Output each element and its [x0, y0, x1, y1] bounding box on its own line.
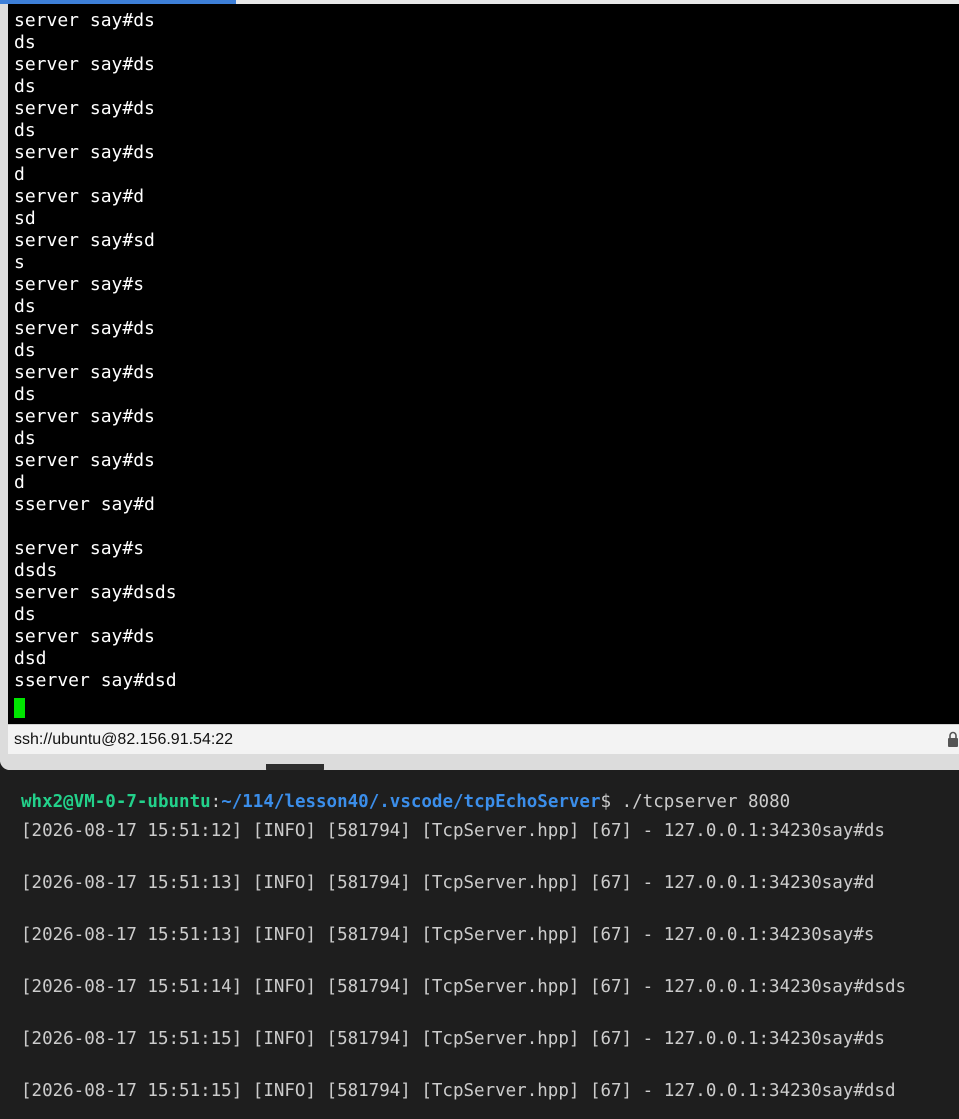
ssh-output-line: server say#ds [14, 142, 155, 163]
ssh-output-line: server say#s [14, 274, 145, 295]
prompt-working-directory: ~/114/lesson40/.vscode/tcpEchoServer [221, 792, 601, 812]
ssh-output-line: ds [14, 604, 36, 625]
ssh-output-line: server say#s [14, 538, 145, 559]
ssh-output-line: server say#sd [14, 230, 155, 251]
ssh-output-line: server say#ds [14, 98, 155, 119]
ssh-output-line [14, 516, 177, 538]
ssh-output-line: dsd [14, 648, 47, 669]
ssh-terminal-output[interactable]: server say#ds ds server say#ds ds server say… [8, 4, 959, 724]
ssh-output-line: ds [14, 120, 36, 141]
ssh-output-line: server say#ds [14, 10, 155, 31]
ssh-output-line: ds [14, 32, 36, 53]
ssh-output-line: server say#ds [14, 54, 155, 75]
prompt-dollar: $ [600, 792, 612, 812]
ssh-output-line: server say#ds [14, 362, 155, 383]
ssh-output-lines: server say#ds ds server say#ds ds server say… [14, 10, 177, 692]
prompt-user-host: whx2@VM-0-7-ubuntu [21, 792, 211, 812]
server-log-line: [2026-08-17 15:51:13] [INFO] [581794] [T… [21, 873, 875, 893]
lock-icon[interactable] [947, 731, 959, 748]
server-log-line: [2026-08-17 15:51:14] [INFO] [581794] [T… [21, 977, 907, 997]
ssh-output-line: server say#ds [14, 406, 155, 427]
server-log-line: [2026-08-17 15:51:12] [INFO] [581794] [T… [21, 821, 885, 841]
server-log-line: [2026-08-17 15:51:13] [INFO] [581794] [T… [21, 925, 875, 945]
ssh-output-line: sserver say#d [14, 494, 155, 515]
ssh-output-line: server say#ds [14, 450, 155, 471]
server-log-line: [2026-08-17 15:51:15] [INFO] [581794] [T… [21, 1029, 885, 1049]
ssh-output-line: sserver say#dsd [14, 670, 177, 691]
ssh-output-line: server say#ds [14, 318, 155, 339]
ssh-status-bar: ssh://ubuntu@82.156.91.54:22 [8, 724, 959, 754]
ssh-output-line: ds [14, 428, 36, 449]
ssh-output-line: d [14, 164, 25, 185]
ssh-window-bottom-edge [0, 754, 959, 770]
server-log-lines: [2026-08-17 15:51:12] [INFO] [581794] [T… [21, 818, 906, 1119]
ssh-output-line: ds [14, 296, 36, 317]
terminal-cursor [14, 698, 25, 718]
prompt-command: ./tcpserver 8080 [611, 792, 791, 812]
ssh-output-line: ds [14, 76, 36, 97]
shell-prompt-line: whx2@VM-0-7-ubuntu:~/114/lesson40/.vscod… [21, 790, 790, 814]
local-server-terminal[interactable]: whx2@VM-0-7-ubuntu:~/114/lesson40/.vscod… [0, 770, 959, 1119]
ssh-output-line: server say#d [14, 186, 145, 207]
ssh-output-line: s [14, 252, 25, 273]
prompt-separator: : [210, 792, 222, 812]
ssh-output-line: sd [14, 208, 36, 229]
ssh-output-line: server say#dsds [14, 582, 177, 603]
ssh-output-line: dsds [14, 560, 58, 581]
ssh-output-line: server say#ds [14, 626, 155, 647]
server-log-line: [2026-08-17 15:51:15] [INFO] [581794] [T… [21, 1081, 896, 1101]
ssh-output-line: d [14, 472, 25, 493]
ssh-output-line: ds [14, 340, 36, 361]
ssh-output-line: ds [14, 384, 36, 405]
ssh-connection-address: ssh://ubuntu@82.156.91.54:22 [14, 731, 234, 748]
